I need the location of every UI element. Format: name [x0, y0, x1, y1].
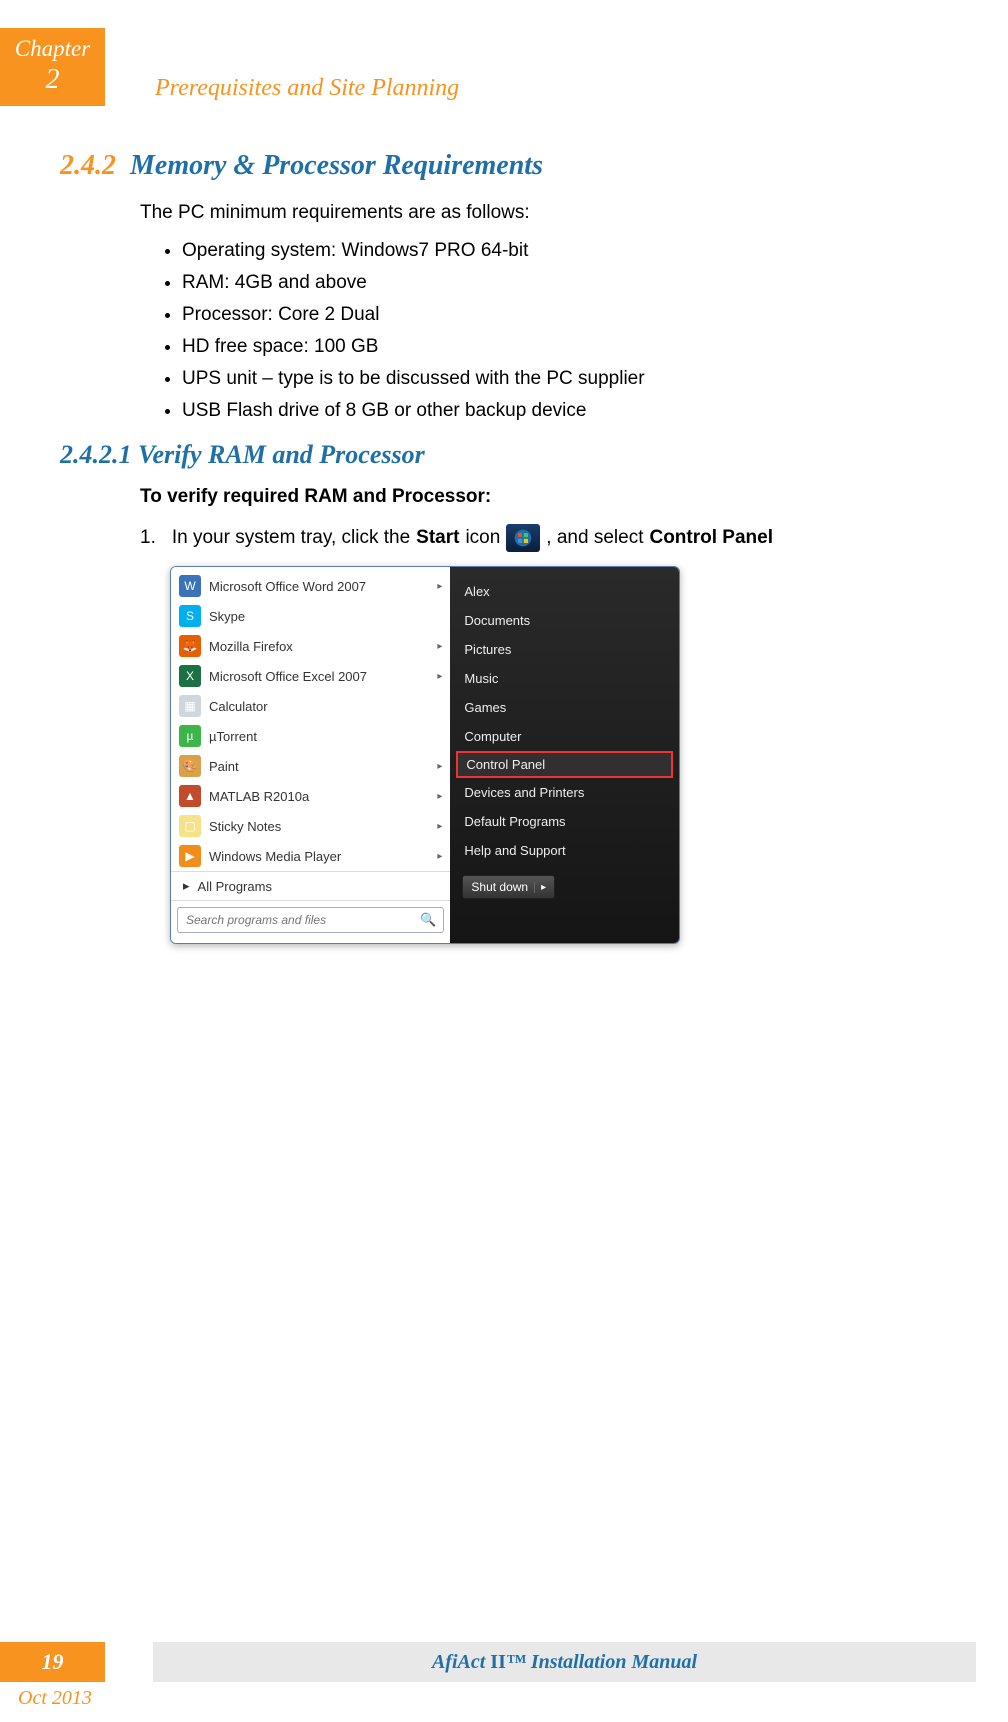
step-text-start: Start: [416, 527, 459, 549]
footer-date: Oct 2013: [18, 1687, 92, 1710]
footer-title-a: AfiAct: [432, 1651, 490, 1673]
start-menu-screenshot: W Microsoft Office Word 2007 ▸ S Skype 🦊 Mozil…: [170, 566, 680, 944]
step-text-controlpanel: Control Panel: [649, 527, 773, 549]
chapter-badge: Chapter 2: [0, 28, 105, 106]
chevron-right-icon: ▸: [437, 761, 442, 772]
start-menu-left-pane: W Microsoft Office Word 2007 ▸ S Skype 🦊 Mozil…: [171, 567, 450, 943]
start-menu-right-item[interactable]: Alex: [450, 577, 679, 606]
chapter-label: Chapter: [15, 36, 90, 61]
chevron-right-icon: ▸: [437, 821, 442, 832]
subsection-heading: 2.4.2.1 Verify RAM and Processor: [60, 440, 948, 470]
app-icon: ▢: [179, 815, 201, 837]
step-text-c: icon: [465, 527, 500, 549]
page-number: 19: [0, 1642, 105, 1682]
app-icon: 🦊: [179, 635, 201, 657]
start-menu-app-item[interactable]: 🦊 Mozilla Firefox ▸: [171, 631, 450, 661]
chevron-right-icon: ▸: [437, 851, 442, 862]
app-icon: 🎨: [179, 755, 201, 777]
chevron-right-icon: ▸: [437, 791, 442, 802]
start-menu-app-item[interactable]: W Microsoft Office Word 2007 ▸: [171, 571, 450, 601]
app-label: Skype: [209, 609, 245, 624]
start-menu-right-item[interactable]: Computer: [450, 722, 679, 751]
start-menu-app-item[interactable]: S Skype: [171, 601, 450, 631]
app-icon: µ: [179, 725, 201, 747]
app-label: Mozilla Firefox: [209, 639, 293, 654]
windows-start-icon: [506, 524, 540, 552]
section-title: Memory & Processor Requirements: [130, 150, 543, 182]
step-1: 1. In your system tray, click the Start …: [140, 524, 948, 552]
all-programs[interactable]: ▸ All Programs: [171, 871, 450, 900]
start-menu-right-item[interactable]: Help and Support: [450, 836, 679, 865]
page-content: 2.4.2 Memory & Processor Requirements Th…: [60, 150, 948, 944]
app-label: Calculator: [209, 699, 268, 714]
app-icon: ▦: [179, 695, 201, 717]
req-item: RAM: 4GB and above: [182, 272, 948, 294]
app-label: µTorrent: [209, 729, 257, 744]
start-menu-app-item[interactable]: ▲ MATLAB R2010a ▸: [171, 781, 450, 811]
app-label: Sticky Notes: [209, 819, 281, 834]
start-menu-app-item[interactable]: 🎨 Paint ▸: [171, 751, 450, 781]
start-menu-right-item[interactable]: Default Programs: [450, 807, 679, 836]
start-menu-right-item[interactable]: Pictures: [450, 635, 679, 664]
start-menu-right-item[interactable]: Music: [450, 664, 679, 693]
req-item: Processor: Core 2 Dual: [182, 304, 948, 326]
all-programs-label: All Programs: [198, 879, 272, 894]
chevron-right-icon: ▸: [437, 641, 442, 652]
app-icon: ▲: [179, 785, 201, 807]
app-icon: ▶: [179, 845, 201, 867]
app-label: MATLAB R2010a: [209, 789, 309, 804]
start-menu-right-pane: AlexDocumentsPicturesMusicGamesComputerC…: [450, 567, 679, 943]
req-item: HD free space: 100 GB: [182, 336, 948, 358]
step-number: 1.: [140, 527, 156, 549]
section-number: 2.4.2: [60, 150, 116, 182]
start-menu-app-item[interactable]: X Microsoft Office Excel 2007 ▸: [171, 661, 450, 691]
app-icon: W: [179, 575, 201, 597]
requirements-list: Operating system: Windows7 PRO 64-bit RA…: [182, 240, 948, 422]
app-icon: S: [179, 605, 201, 627]
start-menu-app-item[interactable]: ▦ Calculator: [171, 691, 450, 721]
app-label: Microsoft Office Word 2007: [209, 579, 366, 594]
section-intro: The PC minimum requirements are as follo…: [140, 202, 948, 224]
start-menu-right-item[interactable]: Games: [450, 693, 679, 722]
subsection-title: Verify RAM and Processor: [138, 440, 425, 469]
subsection-number: 2.4.2.1: [60, 440, 132, 469]
chevron-right-icon: ▸: [437, 671, 442, 682]
req-item: UPS unit – type is to be discussed with …: [182, 368, 948, 390]
step-text-d: , and select: [546, 527, 643, 549]
chapter-title: Prerequisites and Site Planning: [155, 75, 459, 102]
subsection-lead: To verify required RAM and Processor:: [140, 486, 948, 508]
app-label: Microsoft Office Excel 2007: [209, 669, 367, 684]
shutdown-label: Shut down: [471, 880, 528, 894]
req-item: USB Flash drive of 8 GB or other backup …: [182, 400, 948, 422]
start-menu-right-item-control-panel[interactable]: Control Panel: [456, 751, 673, 778]
shutdown-button[interactable]: Shut down ▸: [462, 875, 555, 899]
page-footer: 19 AfiAct II™ Installation Manual Oct 20…: [0, 1642, 1008, 1682]
chevron-right-icon: ▸: [437, 581, 442, 592]
app-label: Paint: [209, 759, 239, 774]
search-icon: 🔍: [420, 912, 436, 928]
section-heading: 2.4.2 Memory & Processor Requirements: [60, 150, 948, 182]
step-text-a: In your system tray, click the: [172, 527, 410, 549]
footer-title: AfiAct II™ Installation Manual: [153, 1642, 976, 1682]
footer-title-c: ™ Installation Manual: [506, 1651, 697, 1673]
search-input[interactable]: [177, 907, 444, 933]
app-icon: X: [179, 665, 201, 687]
chevron-right-icon: ▸: [534, 882, 546, 893]
chevron-right-icon: ▸: [183, 878, 190, 894]
start-menu-app-item[interactable]: µ µTorrent: [171, 721, 450, 751]
app-label: Windows Media Player: [209, 849, 341, 864]
start-menu-app-item[interactable]: ▢ Sticky Notes ▸: [171, 811, 450, 841]
req-item: Operating system: Windows7 PRO 64-bit: [182, 240, 948, 262]
search-row: 🔍: [171, 900, 450, 939]
start-menu-right-item[interactable]: Devices and Printers: [450, 778, 679, 807]
chapter-number: 2: [0, 64, 105, 96]
start-menu-app-item[interactable]: ▶ Windows Media Player ▸: [171, 841, 450, 871]
start-menu-right-item[interactable]: Documents: [450, 606, 679, 635]
footer-title-b: II: [490, 1651, 506, 1673]
